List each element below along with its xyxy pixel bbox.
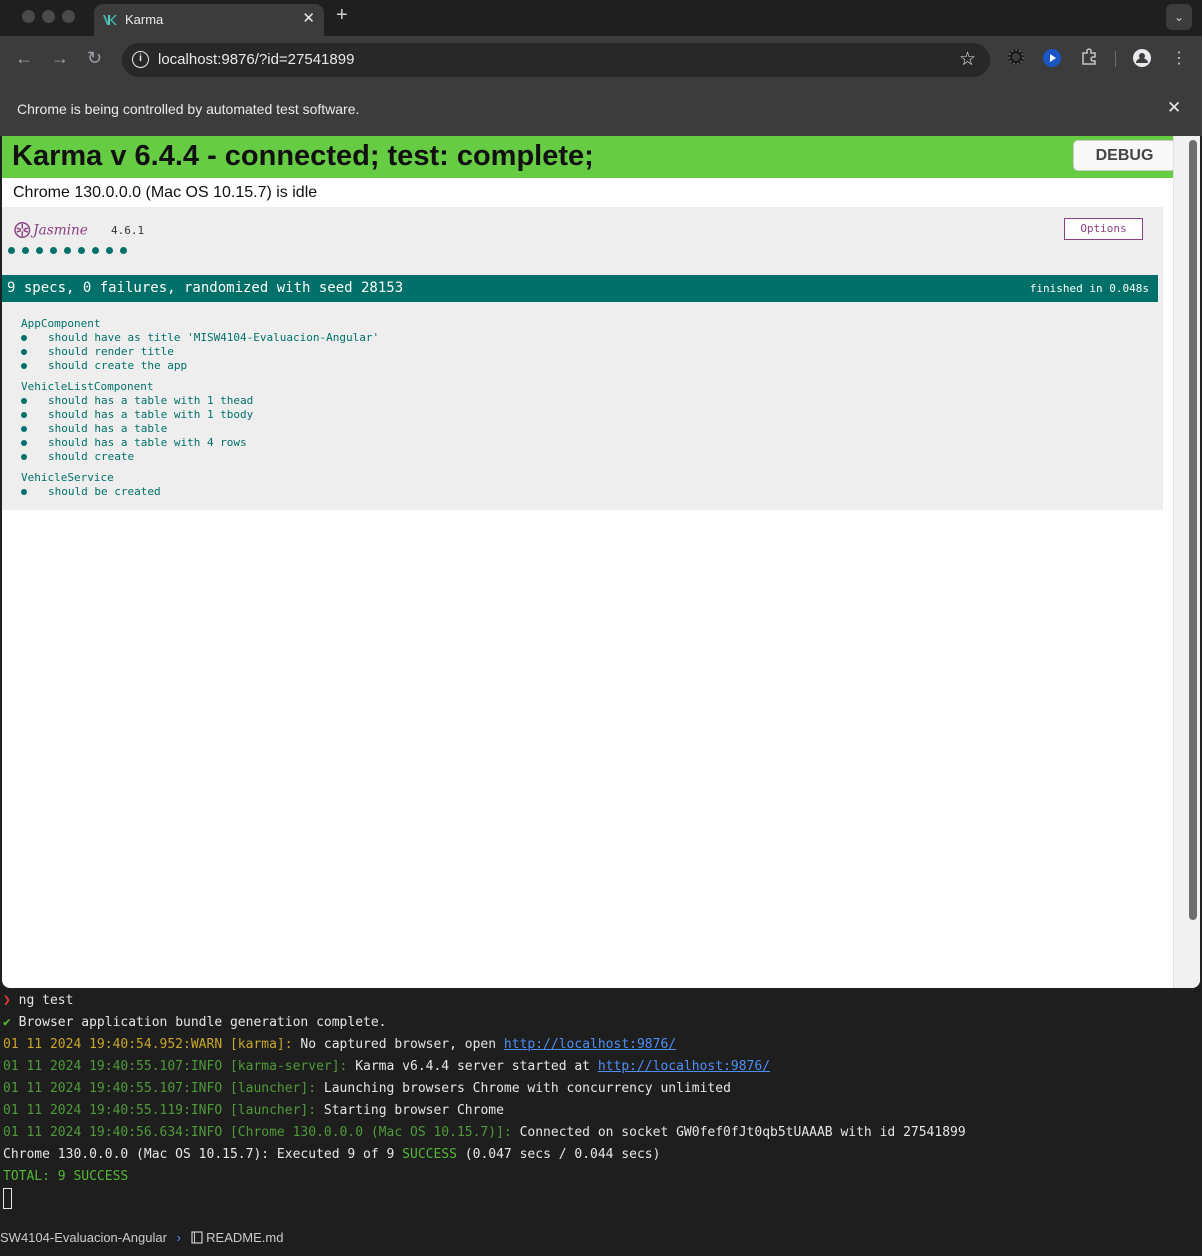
spec-pass-dot[interactable] (8, 247, 15, 254)
browser-idle-status: Chrome 130.0.0.0 (Mac OS 10.15.7) is idl… (13, 184, 318, 201)
reload-icon[interactable]: ↻ (87, 48, 102, 69)
spec-pass-dot[interactable] (50, 247, 57, 254)
duration-text: finished in 0.048s (1029, 282, 1149, 295)
automation-infobar: Chrome is being controlled by automated … (0, 84, 1202, 136)
terminal-cursor[interactable] (3, 1188, 12, 1209)
back-arrow-icon[interactable]: ← (15, 48, 33, 69)
shell-status-bar: SW4104-Evaluacion-Angular › README.md (0, 1230, 1202, 1246)
tab-close-icon[interactable]: ✕ (302, 9, 315, 27)
spec-pass-dot (21, 440, 27, 446)
spec-pass-dot[interactable] (22, 247, 29, 254)
maximize-window-dot[interactable] (62, 10, 75, 23)
karma-banner: Karma v 6.4.4 - connected; test: complet… (2, 136, 1186, 178)
spec-item[interactable]: should have as title 'MISW4104-Evaluacio… (21, 331, 379, 345)
extension-play-icon[interactable] (1041, 48, 1063, 70)
check-icon: ✔ (3, 1015, 11, 1030)
url-text[interactable]: localhost:9876/?id=27541899 (158, 51, 354, 68)
kebab-menu-icon[interactable]: ⋮ (1168, 48, 1190, 70)
karma-k-icon (103, 15, 117, 25)
terminal-log-line: 01 11 2024 19:40:55.107:INFO [karma-serv… (3, 1059, 771, 1074)
jasmine-logo-text: Jasmine (30, 223, 88, 239)
success-status: SUCCESS (402, 1147, 457, 1162)
extensions-puzzle-icon[interactable] (1078, 48, 1100, 70)
spec-item[interactable]: should has a table with 1 thead (21, 394, 253, 408)
status-file: README.md (206, 1230, 284, 1245)
terminal-bundle-line: ✔ Browser application bundle generation … (3, 1015, 387, 1030)
status-path: SW4104-Evaluacion-Angular › README.md (0, 1230, 284, 1245)
options-button[interactable]: Options (1064, 218, 1143, 240)
terminal-total-line: TOTAL: 9 SUCCESS (3, 1169, 129, 1184)
spec-pass-dot (21, 363, 27, 369)
browser-window: Karma ✕ + ⌄ ← → ↻ i localhost:9876/?id=2… (0, 0, 1202, 990)
forward-arrow-icon[interactable]: → (51, 48, 69, 69)
page-scrollbar-thumb[interactable] (1189, 140, 1197, 920)
summary-text: 9 specs, 0 failures, randomized with see… (7, 280, 404, 296)
profile-avatar-icon[interactable] (1131, 48, 1153, 70)
site-info-icon[interactable]: i (132, 51, 149, 68)
terminal-command-line: ❯ ng test (3, 993, 73, 1008)
infobar-close-icon[interactable]: ✕ (1167, 98, 1181, 118)
spec-item[interactable]: should render title (21, 345, 379, 359)
spec-pass-dot (21, 349, 27, 355)
suite-name[interactable]: VehicleService (21, 471, 161, 485)
spec-item[interactable]: should has a table with 1 tbody (21, 408, 253, 422)
tab-search-chevron-icon[interactable]: ⌄ (1166, 4, 1192, 30)
spec-item[interactable]: should has a table with 4 rows (21, 436, 253, 450)
spec-pass-dot (21, 454, 27, 460)
prompt-chevron-icon: ❯ (3, 993, 11, 1008)
bookmark-star-icon[interactable]: ☆ (959, 48, 976, 71)
book-icon (190, 1231, 203, 1244)
spec-pass-dot[interactable] (36, 247, 43, 254)
spec-pass-dot[interactable] (78, 247, 85, 254)
tab-title: Karma (125, 12, 164, 27)
jasmine-flower-icon[interactable]: Jasmine (10, 220, 100, 240)
close-window-dot[interactable] (22, 10, 35, 23)
infobar-message: Chrome is being controlled by automated … (17, 101, 360, 117)
spec-item[interactable]: should create the app (21, 359, 379, 373)
localhost-link[interactable]: http://localhost:9876/ (598, 1059, 770, 1074)
terminal-log-line: 01 11 2024 19:40:55.119:INFO [launcher]:… (3, 1103, 504, 1118)
spec-item[interactable]: should be created (21, 485, 161, 499)
spec-pass-dot (21, 412, 27, 418)
spec-pass-dot (21, 426, 27, 432)
spec-pass-dot[interactable] (92, 247, 99, 254)
terminal-exec-line: Chrome 130.0.0.0 (Mac OS 10.15.7): Execu… (3, 1147, 661, 1162)
command-text: ng test (18, 993, 74, 1008)
toolbar-separator (1115, 51, 1116, 67)
spec-pass-dot (21, 489, 27, 495)
spec-pass-dot (21, 335, 27, 341)
suite-vehicle-service: VehicleService should be created (21, 471, 161, 499)
jasmine-version: 4.6.1 (111, 224, 145, 237)
results-summary-bar: 9 specs, 0 failures, randomized with see… (2, 275, 1158, 302)
tab-strip: Karma ✕ + ⌄ (0, 0, 1202, 36)
terminal-log-line: 01 11 2024 19:40:55.107:INFO [launcher]:… (3, 1081, 731, 1096)
extension-gear-icon[interactable] (1005, 48, 1027, 70)
spec-pass-dot[interactable] (106, 247, 113, 254)
suite-vehicle-list-component: VehicleListComponent should has a table … (21, 380, 253, 464)
spec-item[interactable]: should create (21, 450, 253, 464)
new-tab-icon[interactable]: + (336, 4, 348, 27)
minimize-window-dot[interactable] (42, 10, 55, 23)
spec-item[interactable]: should has a table (21, 422, 253, 436)
terminal-pane: ❯ ng test ✔ Browser application bundle g… (0, 990, 1202, 1256)
terminal-log-line: 01 11 2024 19:40:56.634:INFO [Chrome 130… (3, 1125, 966, 1140)
localhost-link[interactable]: http://localhost:9876/ (504, 1037, 676, 1052)
terminal-log-line: 01 11 2024 19:40:54.952:WARN [karma]: No… (3, 1037, 677, 1052)
browser-toolbar: ← → ↻ i localhost:9876/?id=27541899 ☆ ⋮ (0, 36, 1202, 84)
address-bar[interactable]: i localhost:9876/?id=27541899 ☆ (122, 43, 990, 77)
suite-app-component: AppComponent should have as title 'MISW4… (21, 317, 379, 373)
karma-status-title: Karma v 6.4.4 - connected; test: complet… (12, 140, 594, 172)
spec-pass-dot[interactable] (120, 247, 127, 254)
jasmine-reporter: Jasmine 4.6.1 Options 9 specs, 0 failure… (2, 207, 1163, 510)
debug-button[interactable]: DEBUG (1073, 140, 1176, 171)
tab-karma[interactable]: Karma ✕ (94, 4, 324, 36)
spec-pass-dot[interactable] (64, 247, 71, 254)
page-viewport: Karma v 6.4.4 - connected; test: complet… (2, 136, 1200, 988)
suite-name[interactable]: VehicleListComponent (21, 380, 253, 394)
spec-pass-dot (21, 398, 27, 404)
suite-name[interactable]: AppComponent (21, 317, 379, 331)
